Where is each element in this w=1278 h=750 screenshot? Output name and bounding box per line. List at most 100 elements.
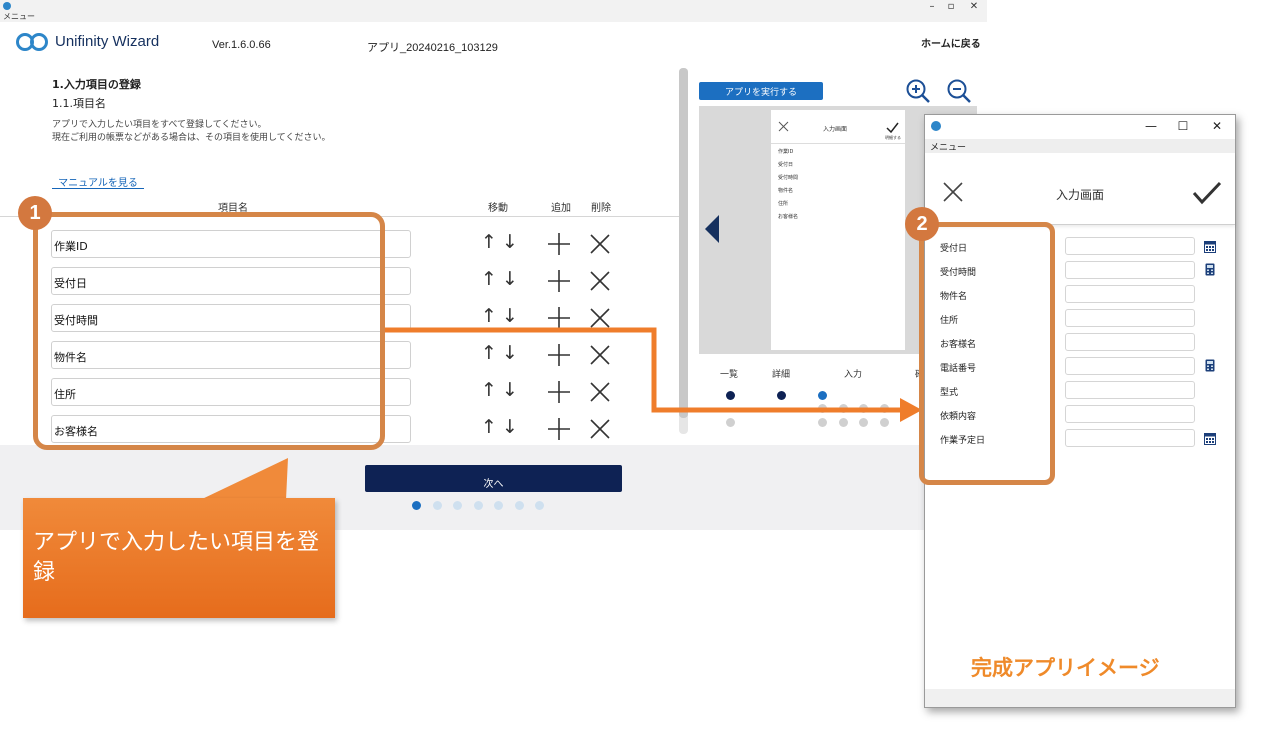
move-up-icon[interactable]: ↑ [481,231,497,253]
app-title-bar: — ☐ ✕ [925,115,1235,139]
callout-badge-2: 2 [905,207,939,241]
page-dot[interactable] [432,501,442,510]
step-dot [880,404,889,413]
plus-icon[interactable] [547,232,571,256]
step-dot [859,404,868,413]
minimize-button[interactable]: – [925,1,939,12]
move-up-icon[interactable]: ↑ [481,305,497,327]
app-screen-title: 入力画面 [1056,188,1105,202]
step-label-list: 一覧 [720,370,739,380]
zoom-out-icon[interactable] [946,78,972,104]
manual-link[interactable]: マニュアルを見る [52,172,144,189]
app-status-bar [925,689,1235,707]
move-up-icon[interactable]: ↑ [481,416,497,438]
app-input-field[interactable] [1065,285,1195,303]
move-up-icon[interactable]: ↑ [481,342,497,364]
app-name-label: アプリ_20240216_103129 [367,42,498,54]
move-down-icon[interactable]: ↓ [502,231,518,253]
app-input-field[interactable] [1065,405,1195,423]
plus-icon[interactable] [547,380,571,404]
app-minimize-button[interactable]: — [1143,119,1159,133]
close-icon[interactable] [588,306,612,330]
page-dot[interactable] [412,501,421,510]
mini-close-icon [778,121,789,132]
app-input-field[interactable] [1065,309,1195,327]
calculator-icon[interactable] [1204,263,1216,276]
home-link[interactable]: ホームに戻る [921,35,981,50]
column-header-delete: 削除 [591,203,611,214]
app-window-icon [931,121,941,131]
mini-field-label: 受付日 [778,162,794,168]
menu-label[interactable]: メニュー [3,11,35,22]
close-icon[interactable] [942,181,964,203]
mini-title: 入力画面 [823,126,848,133]
step-label-input: 入力 [844,370,863,380]
step-dot [726,418,735,427]
maximize-button[interactable]: ▫ [944,1,958,12]
scrollbar[interactable] [679,68,688,434]
close-icon[interactable] [588,380,612,404]
mini-field-label: 受付時間 [778,175,799,181]
close-icon[interactable] [588,232,612,256]
page-dot[interactable] [514,501,524,510]
app-input-field[interactable] [1065,429,1195,447]
tooltip-tail [200,458,288,500]
calendar-icon[interactable] [1204,432,1216,445]
move-down-icon[interactable]: ↓ [502,342,518,364]
step-dot [726,391,735,400]
zoom-in-icon[interactable] [905,78,931,104]
item-list-highlight [33,212,385,450]
step-dot [880,418,889,427]
mini-field-label: お客様名 [778,214,799,220]
version-label: Ver.1.6.0.66 [212,39,271,51]
scrollbar-thumb[interactable] [679,68,688,418]
column-header-add: 追加 [551,203,571,214]
move-down-icon[interactable]: ↓ [502,416,518,438]
plus-icon[interactable] [547,306,571,330]
section-subtitle: 1.1.項目名 [52,97,106,110]
move-up-icon[interactable]: ↑ [481,268,497,290]
step-dot [859,418,868,427]
move-down-icon[interactable]: ↓ [502,379,518,401]
plus-icon[interactable] [547,417,571,441]
app-input-field[interactable] [1065,381,1195,399]
plus-icon[interactable] [547,343,571,367]
mini-header: 入力画面 明細する [771,110,905,144]
step-dot [818,391,827,400]
complete-app-label: 完成アプリイメージ [971,656,1160,680]
step-dot [818,418,827,427]
calendar-icon[interactable] [1204,240,1216,253]
mini-preview-screen: 入力画面 明細する 作業ID 受付日 受付時間 物件名 住所 お客様名 [771,110,905,350]
move-down-icon[interactable]: ↓ [502,305,518,327]
plus-icon[interactable] [547,269,571,293]
app-field-highlight [919,222,1055,485]
page-dot[interactable] [494,501,503,510]
next-button[interactable]: 次へ [365,465,622,492]
description-line-2: 現在ご利用の帳票などがある場合は、その項目を使用してください。 [52,133,331,143]
app-input-field[interactable] [1065,237,1195,255]
app-close-button[interactable]: ✕ [1209,119,1225,133]
description-line-1: アプリで入力したい項目をすべて登録してください。 [52,120,267,130]
page-dot[interactable] [535,501,544,510]
previous-arrow-icon[interactable] [705,215,719,243]
app-input-field[interactable] [1065,357,1195,375]
close-button[interactable]: ✕ [967,1,981,12]
run-app-button[interactable]: アプリを実行する [699,82,823,100]
app-input-field[interactable] [1065,333,1195,351]
app-input-field[interactable] [1065,261,1195,279]
mini-done-label: 明細する [885,135,901,140]
mini-check-icon [886,122,899,133]
close-icon[interactable] [588,417,612,441]
close-icon[interactable] [588,343,612,367]
page-dot[interactable] [473,501,483,510]
move-up-icon[interactable]: ↑ [481,379,497,401]
calculator-icon[interactable] [1204,359,1216,372]
tooltip-text: アプリで入力したい項目を登録 [33,530,320,585]
move-down-icon[interactable]: ↓ [502,268,518,290]
app-maximize-button[interactable]: ☐ [1175,119,1191,133]
page-dot[interactable] [453,501,462,510]
app-header: 入力画面 [925,153,1235,225]
close-icon[interactable] [588,269,612,293]
check-icon[interactable] [1192,181,1222,205]
app-menu-bar[interactable]: メニュー [925,139,1235,153]
